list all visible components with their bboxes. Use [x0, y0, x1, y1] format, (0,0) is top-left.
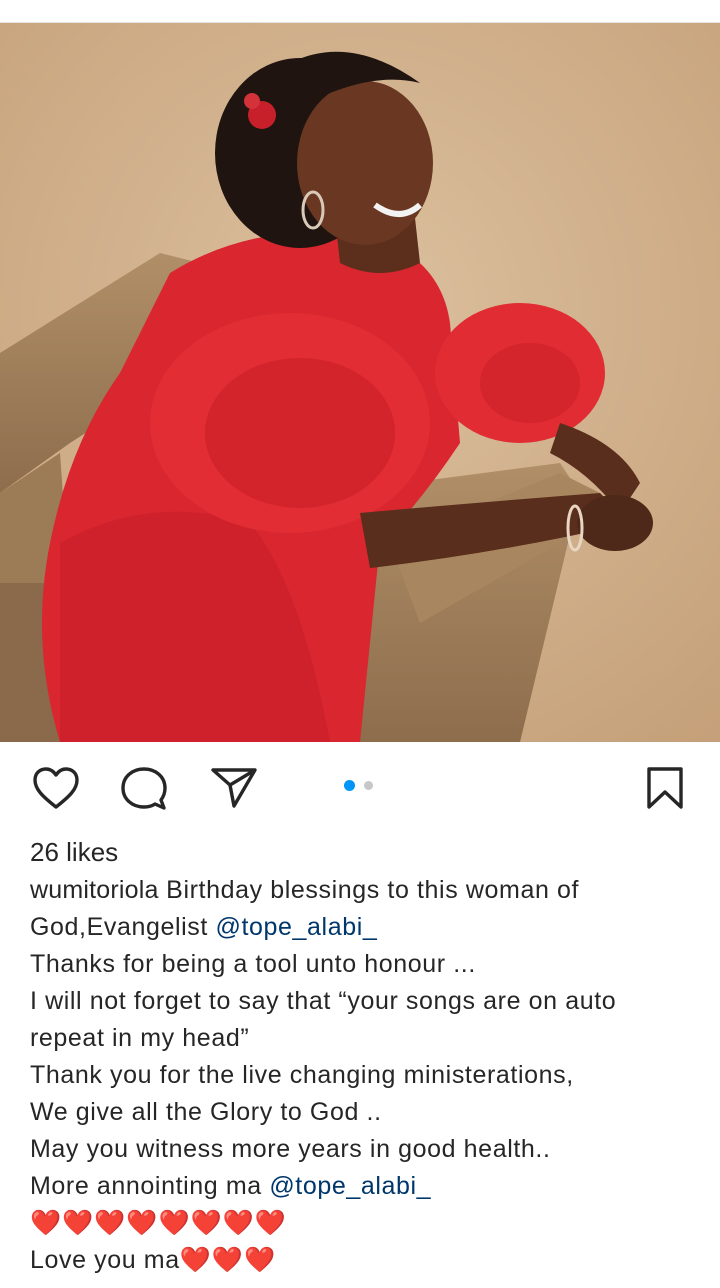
- bookmark-icon[interactable]: [646, 766, 684, 810]
- caption-text: More annointing ma: [30, 1172, 270, 1200]
- top-bar: [0, 0, 720, 23]
- caption-text: Birthday blessings to this woman of: [158, 876, 580, 904]
- caption-line-9: More annointing ma @tope_alabi_: [30, 1168, 695, 1205]
- caption-line-4: I will not forget to say that “your song…: [30, 987, 617, 1015]
- post-caption: wumitoriola Birthday blessings to this w…: [30, 872, 695, 1279]
- post-photo[interactable]: [0, 23, 720, 742]
- post-action-bar: [0, 742, 720, 832]
- mention-link[interactable]: @tope_alabi_: [216, 913, 378, 941]
- caption-line-11: Love you ma❤️❤️❤️: [30, 1242, 695, 1279]
- comment-bubble-icon[interactable]: [120, 766, 168, 812]
- heart-emoji-group: ❤️❤️❤️: [179, 1246, 277, 1274]
- caption-line-7: We give all the Glory to God ..: [30, 1098, 382, 1126]
- carousel-dot-active: [344, 780, 355, 791]
- mention-link[interactable]: @tope_alabi_: [269, 1172, 431, 1200]
- heart-emoji-row: ❤️❤️❤️❤️❤️❤️❤️❤️: [30, 1209, 288, 1237]
- portrait-illustration: [0, 23, 720, 742]
- heart-icon[interactable]: [32, 766, 80, 810]
- likes-count[interactable]: 26 likes: [30, 834, 118, 870]
- caption-line-2: God,Evangelist @tope_alabi_: [30, 909, 695, 946]
- carousel-dot: [364, 781, 373, 790]
- caption-text: God,Evangelist: [30, 913, 216, 941]
- caption-line-6: Thank you for the live changing minister…: [30, 1061, 574, 1089]
- caption-username[interactable]: wumitoriola: [30, 876, 159, 904]
- caption-line-5: repeat in my head”: [30, 1024, 250, 1052]
- caption-line-8: May you witness more years in good healt…: [30, 1135, 551, 1163]
- paper-plane-icon[interactable]: [210, 766, 258, 810]
- caption-line-1: wumitoriola Birthday blessings to this w…: [30, 872, 695, 909]
- caption-text: Love you ma: [30, 1246, 180, 1274]
- caption-line-3: Thanks for being a tool unto honour ...: [30, 950, 476, 978]
